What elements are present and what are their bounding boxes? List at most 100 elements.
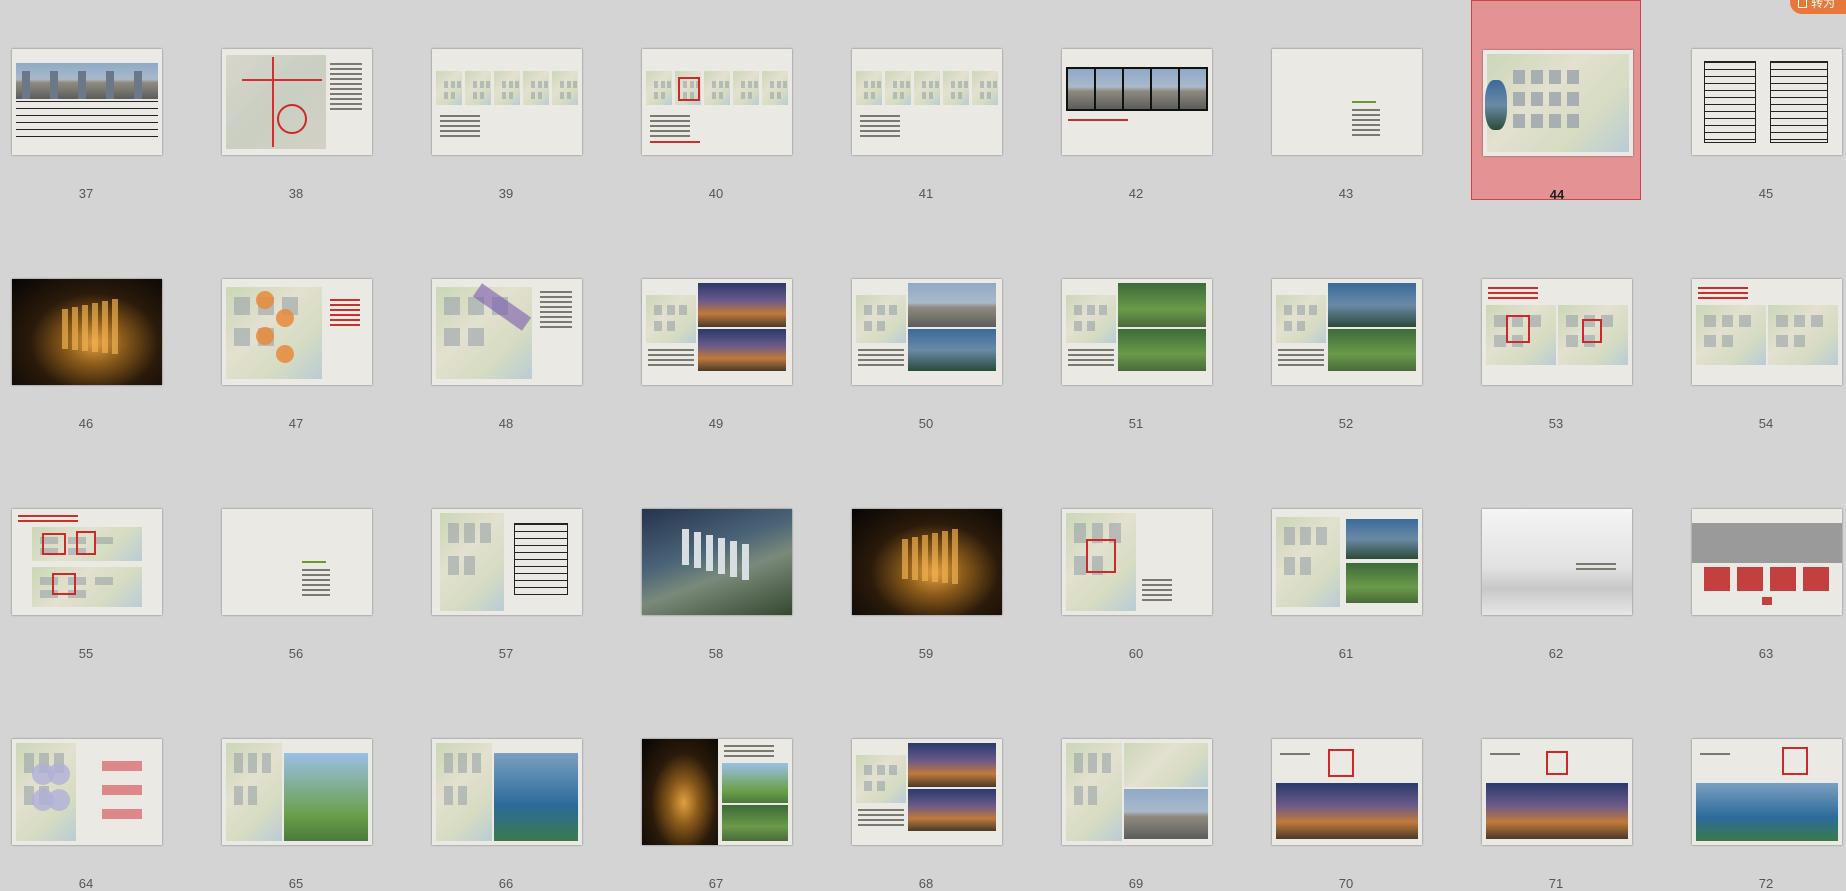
slide-thumbnail-39[interactable]: 39	[421, 0, 591, 201]
slide-preview[interactable]	[1692, 49, 1842, 155]
slide-preview[interactable]	[852, 279, 1002, 385]
thumb-building	[248, 753, 258, 773]
slide-thumbnail-64[interactable]: 64	[1, 690, 171, 891]
slide-number: 55	[78, 646, 94, 661]
slide-thumbnail-48[interactable]: 48	[421, 230, 591, 431]
slide-preview[interactable]	[1692, 739, 1842, 845]
slide-thumbnail-51[interactable]: 51	[1051, 230, 1221, 431]
slide-thumbnail-53[interactable]: 53	[1471, 230, 1641, 431]
slide-preview[interactable]	[222, 739, 372, 845]
slide-preview[interactable]	[642, 509, 792, 615]
slide-thumbnail-63[interactable]: 63	[1681, 460, 1846, 661]
slide-thumbnail-46[interactable]: 46	[1, 230, 171, 431]
slide-preview[interactable]	[1272, 739, 1422, 845]
slide-preview[interactable]	[12, 739, 162, 845]
slide-thumbnail-38[interactable]: 38	[211, 0, 381, 201]
slide-preview[interactable]	[1482, 509, 1632, 615]
thumb-building	[666, 305, 675, 315]
slide-preview[interactable]	[1272, 49, 1422, 155]
slide-thumbnail-62[interactable]: 62	[1471, 460, 1641, 661]
convert-button[interactable]: 转为	[1790, 0, 1846, 14]
slide-preview[interactable]	[852, 739, 1002, 845]
slide-thumbnail-41[interactable]: 41	[841, 0, 1011, 201]
slide-number: 42	[1128, 186, 1144, 201]
slide-thumbnail-52[interactable]: 52	[1261, 230, 1431, 431]
slide-thumbnail-65[interactable]: 65	[211, 690, 381, 891]
slide-thumbnail-57[interactable]: 57	[421, 460, 591, 661]
slide-thumbnail-69[interactable]: 69	[1051, 690, 1221, 891]
slide-thumbnail-72[interactable]: 72	[1681, 690, 1846, 891]
slide-preview[interactable]	[222, 49, 372, 155]
slide-preview[interactable]	[432, 279, 582, 385]
slide-thumbnail-54[interactable]: 54	[1681, 230, 1846, 431]
slide-preview[interactable]	[12, 509, 162, 615]
slide-preview[interactable]	[222, 509, 372, 615]
thumb-building	[450, 92, 455, 100]
slide-thumbnail-44[interactable]: 44	[1471, 0, 1641, 202]
slide-number: 59	[918, 646, 934, 661]
thumb-building	[712, 81, 717, 88]
thumb-building	[560, 81, 565, 88]
thumb-building	[986, 92, 991, 100]
slide-preview[interactable]	[1062, 739, 1212, 845]
slide-preview[interactable]	[642, 739, 792, 845]
slide-preview[interactable]	[1692, 509, 1842, 615]
slide-preview[interactable]	[852, 509, 1002, 615]
slide-thumbnail-55[interactable]: 55	[1, 460, 171, 661]
slide-thumbnail-47[interactable]: 47	[211, 230, 381, 431]
thumb-building	[1721, 335, 1734, 347]
slide-preview[interactable]	[1272, 279, 1422, 385]
slide-preview[interactable]	[1272, 509, 1422, 615]
slide-preview[interactable]	[852, 49, 1002, 155]
slide-preview[interactable]	[1482, 739, 1632, 845]
slide-thumbnail-67[interactable]: 67	[631, 690, 801, 891]
slide-thumbnail-58[interactable]: 58	[631, 460, 801, 661]
slide-thumbnail-40[interactable]: 40	[631, 0, 801, 201]
thumb-text-line	[1352, 134, 1380, 136]
slide-thumbnail-68[interactable]: 68	[841, 690, 1011, 891]
slide-thumbnail-59[interactable]: 59	[841, 460, 1011, 661]
thumb-building	[1296, 321, 1305, 331]
slide-preview[interactable]	[12, 49, 162, 155]
slide-thumbnail-66[interactable]: 66	[421, 690, 591, 891]
slide-preview[interactable]	[432, 509, 582, 615]
thumb-text-line	[1488, 292, 1538, 294]
slide-thumbnail-60[interactable]: 60	[1051, 460, 1221, 661]
slide-thumbnail-45[interactable]: 45	[1681, 0, 1846, 201]
slide-preview[interactable]	[642, 279, 792, 385]
slide-preview[interactable]	[222, 279, 372, 385]
slide-preview[interactable]	[12, 279, 162, 385]
slide-preview[interactable]	[1062, 49, 1212, 155]
slide-thumbnail-61[interactable]: 61	[1261, 460, 1431, 661]
thumb-building	[718, 81, 723, 88]
slide-thumbnail-71[interactable]: 71	[1471, 690, 1641, 891]
slide-preview[interactable]	[1062, 509, 1212, 615]
slide-thumbnail-49[interactable]: 49	[631, 230, 801, 431]
slide-preview[interactable]	[642, 49, 792, 155]
thumb-building	[770, 92, 775, 100]
slide-thumbnail-50[interactable]: 50	[841, 230, 1011, 431]
slide-thumbnail-56[interactable]: 56	[211, 460, 381, 661]
slide-preview[interactable]	[1482, 279, 1632, 385]
slide-preview[interactable]	[1483, 50, 1633, 156]
thumb-building	[479, 81, 484, 88]
slide-preview[interactable]	[1062, 279, 1212, 385]
thumb-tower	[694, 532, 701, 568]
thumb-building	[893, 92, 898, 100]
slide-thumbnail-43[interactable]: 43	[1261, 0, 1431, 201]
thumb-building	[718, 92, 723, 100]
thumb-building	[747, 92, 752, 100]
thumb-building	[1776, 335, 1788, 347]
thumb-building	[1300, 557, 1311, 575]
slide-preview[interactable]	[432, 49, 582, 155]
slide-thumbnail-42[interactable]: 42	[1051, 0, 1221, 201]
slide-preview[interactable]	[432, 739, 582, 845]
slide-thumbnail-70[interactable]: 70	[1261, 690, 1431, 891]
thumb-building	[444, 327, 460, 347]
thumb-photo	[1118, 283, 1206, 327]
slide-preview[interactable]	[1692, 279, 1842, 385]
thumb-building	[472, 753, 482, 773]
slide-thumbnail-37[interactable]: 37	[1, 0, 171, 201]
thumb-text-line	[302, 584, 330, 586]
thumb-photo	[698, 283, 786, 327]
